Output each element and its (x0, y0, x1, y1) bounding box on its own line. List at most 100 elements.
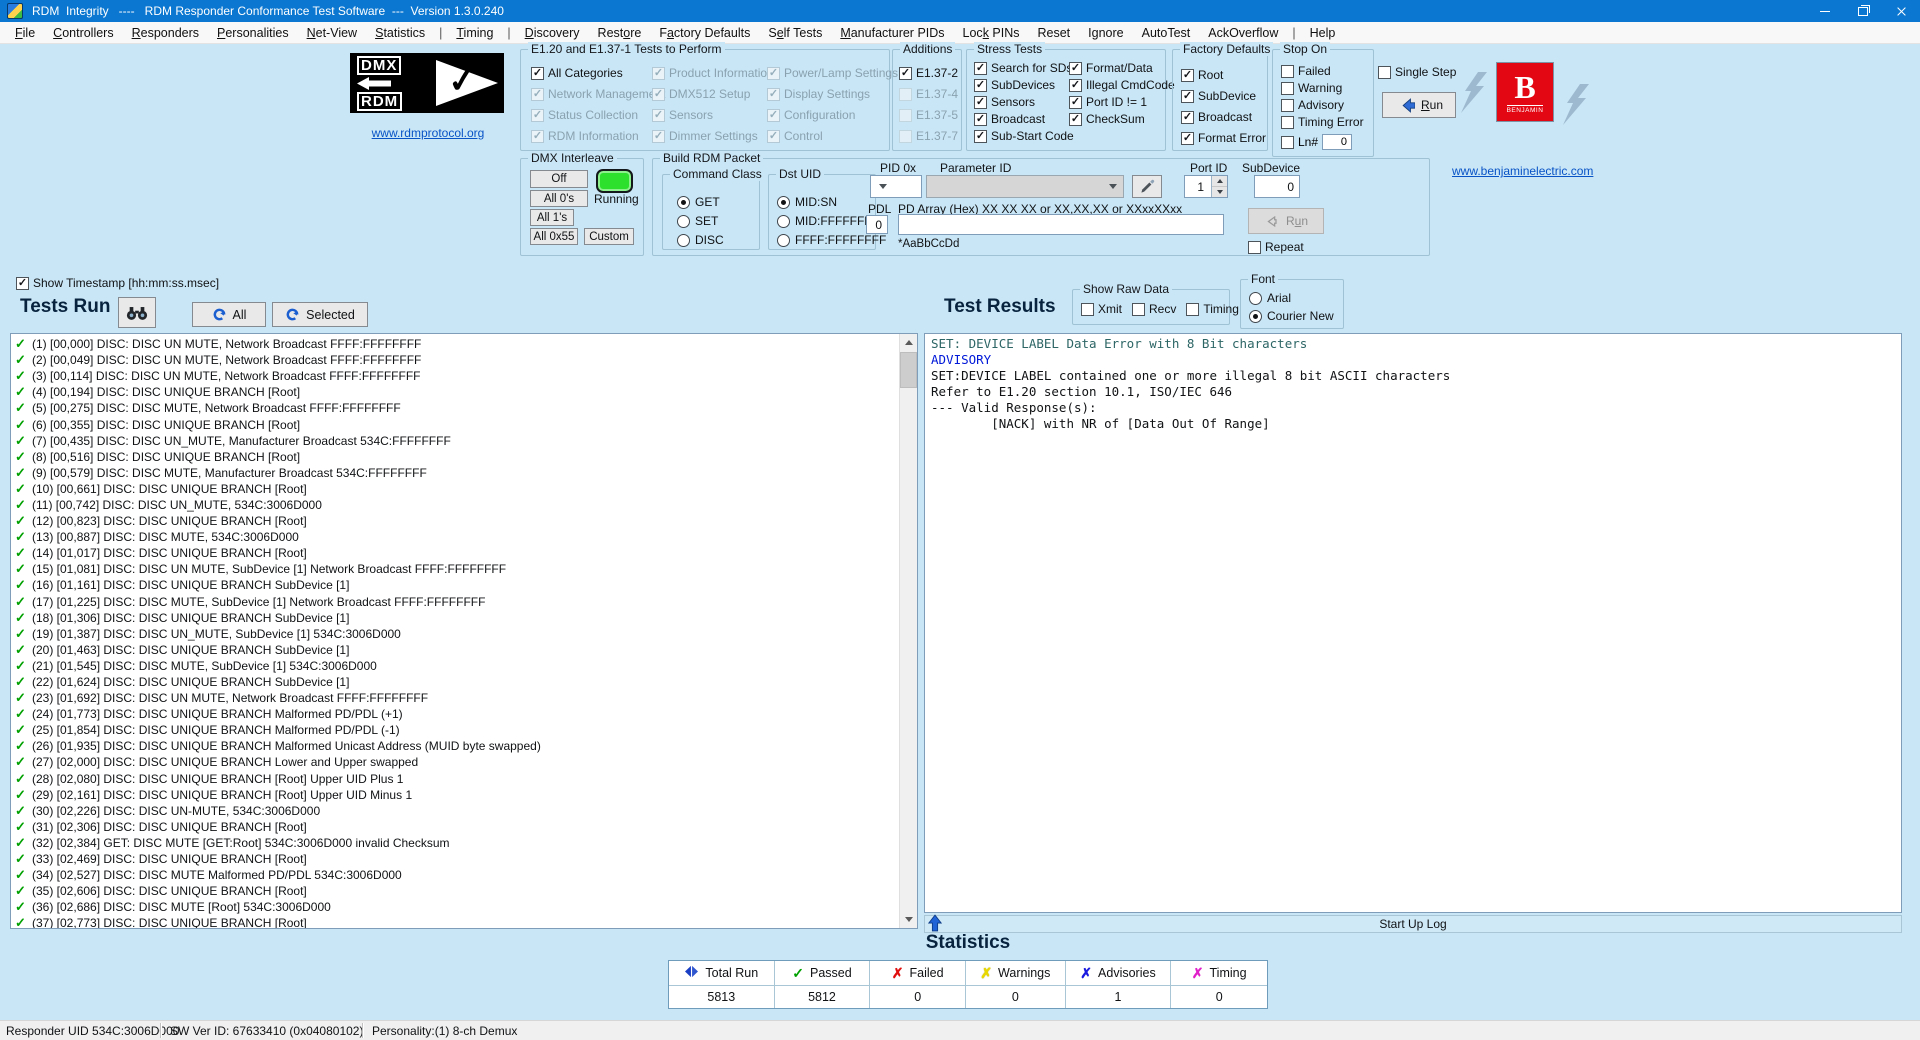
category-dmx512-setup-checkbox[interactable]: ✓DMX512 Setup (652, 87, 774, 101)
raw-timing-checkbox[interactable]: Timing (1186, 302, 1239, 316)
test-run-row[interactable]: ✓(22) [01,624] DISC: DISC UNIQUE BRANCH … (11, 674, 899, 690)
test-run-row[interactable]: ✓(30) [02,226] DISC: DISC UN-MUTE, 534C:… (11, 803, 899, 819)
stress-broadcast-checkbox[interactable]: ✓Broadcast (974, 112, 1074, 126)
category-display-settings-checkbox[interactable]: ✓Display Settings (767, 87, 898, 101)
port-id-spinner[interactable]: 1 (1184, 175, 1228, 198)
command-class-set-radio[interactable]: SET (677, 214, 724, 228)
menu-item-help[interactable]: Help (1301, 26, 1345, 40)
test-run-row[interactable]: ✓(34) [02,527] DISC: DISC MUTE Malformed… (11, 867, 899, 883)
interleave-all0s-button[interactable]: All 0's (530, 190, 588, 207)
test-run-row[interactable]: ✓(5) [00,275] DISC: DISC MUTE, Network B… (11, 400, 899, 416)
test-run-row[interactable]: ✓(3) [00,114] DISC: DISC UN MUTE, Networ… (11, 368, 899, 384)
menu-item-restore[interactable]: Restore (589, 26, 651, 40)
category-network-management-checkbox[interactable]: ✓Network Management (531, 87, 665, 101)
factory-subdevice-checkbox[interactable]: ✓SubDevice (1181, 89, 1266, 103)
font-courier-new-radio[interactable]: Courier New (1249, 309, 1334, 323)
test-run-row[interactable]: ✓(11) [00,742] DISC: DISC UN_MUTE, 534C:… (11, 497, 899, 513)
test-run-row[interactable]: ✓(1) [00,000] DISC: DISC UN MUTE, Networ… (11, 336, 899, 352)
stop-on-advisory-checkbox[interactable]: Advisory (1281, 98, 1364, 112)
spin-up-icon[interactable] (1212, 176, 1227, 187)
stress-sub-start-code-checkbox[interactable]: ✓Sub-Start Code (974, 129, 1074, 143)
test-run-row[interactable]: ✓(27) [02,000] DISC: DISC UNIQUE BRANCH … (11, 754, 899, 770)
category-sensors-checkbox[interactable]: ✓Sensors (652, 108, 774, 122)
test-run-row[interactable]: ✓(8) [00,516] DISC: DISC UNIQUE BRANCH [… (11, 449, 899, 465)
test-run-row[interactable]: ✓(14) [01,017] DISC: DISC UNIQUE BRANCH … (11, 545, 899, 561)
test-run-row[interactable]: ✓(36) [02,686] DISC: DISC MUTE [Root] 53… (11, 899, 899, 915)
category-configuration-checkbox[interactable]: ✓Configuration (767, 108, 898, 122)
test-results-box[interactable]: SET: DEVICE LABEL Data Error with 8 Bit … (924, 333, 1902, 913)
stress-sensors-checkbox[interactable]: ✓Sensors (974, 95, 1074, 109)
command-class-get-radio[interactable]: GET (677, 195, 724, 209)
run-button[interactable]: Run (1382, 92, 1456, 118)
addition-e1-37-2-checkbox[interactable]: ✓E1.37-2 (899, 66, 958, 80)
font-arial-radio[interactable]: Arial (1249, 291, 1334, 305)
test-run-row[interactable]: ✓(17) [01,225] DISC: DISC MUTE, SubDevic… (11, 594, 899, 610)
factory-root-checkbox[interactable]: ✓Root (1181, 68, 1266, 82)
interleave-off-button[interactable]: Off (530, 170, 588, 188)
scroll-thumb[interactable] (900, 352, 917, 388)
test-run-row[interactable]: ✓(12) [00,823] DISC: DISC UNIQUE BRANCH … (11, 513, 899, 529)
category-power-lamp-settings-checkbox[interactable]: ✓Power/Lamp Settings (767, 66, 898, 80)
show-timestamp-checkbox[interactable]: ✓ Show Timestamp [hh:mm:ss.msec] (16, 276, 219, 290)
startup-log-bar[interactable]: Start Up Log (924, 915, 1902, 933)
packet-run-button[interactable]: Run (1248, 208, 1324, 234)
spinner-arrows[interactable] (1211, 176, 1227, 197)
menu-item-controllers[interactable]: Controllers (44, 26, 122, 40)
rdmprotocol-link[interactable]: www.rdmprotocol.org (372, 126, 485, 140)
stress-port-id-1-checkbox[interactable]: ✓Port ID != 1 (1069, 95, 1175, 109)
tests-scrollbar[interactable] (899, 334, 917, 928)
raw-recv-checkbox[interactable]: Recv (1132, 302, 1176, 316)
menu-item-lock-pins[interactable]: Lock PINs (954, 26, 1029, 40)
pid-combobox[interactable] (870, 175, 922, 198)
menu-item-ignore[interactable]: Ignore (1079, 26, 1132, 40)
test-run-row[interactable]: ✓(4) [00,194] DISC: DISC UNIQUE BRANCH [… (11, 384, 899, 400)
pd-array-input[interactable] (898, 214, 1224, 235)
stress-search-for-sds-checkbox[interactable]: ✓Search for SDs (974, 61, 1074, 75)
category-all-categories-checkbox[interactable]: ✓All Categories (531, 66, 665, 80)
up-arrow-icon[interactable] (928, 914, 942, 932)
stress-format-data-checkbox[interactable]: ✓Format/Data (1069, 61, 1175, 75)
menu-item-manufacturer-pids[interactable]: Manufacturer PIDs (831, 26, 953, 40)
checkbox-icon[interactable] (1281, 136, 1294, 149)
test-run-row[interactable]: ✓(7) [00,435] DISC: DISC UN_MUTE, Manufa… (11, 433, 899, 449)
menu-item-timing[interactable]: Timing (447, 26, 502, 40)
factory-broadcast-checkbox[interactable]: ✓Broadcast (1181, 110, 1266, 124)
scroll-down-icon[interactable] (900, 911, 917, 928)
stress-illegal-cmdcode-checkbox[interactable]: ✓Illegal CmdCode (1069, 78, 1175, 92)
scroll-up-icon[interactable] (900, 334, 917, 351)
test-run-row[interactable]: ✓(37) [02,773] DISC: DISC UNIQUE BRANCH … (11, 915, 899, 929)
menu-item-personalities[interactable]: Personalities (208, 26, 298, 40)
test-run-row[interactable]: ✓(9) [00,579] DISC: DISC MUTE, Manufactu… (11, 465, 899, 481)
menu-item-discovery[interactable]: Discovery (516, 26, 589, 40)
test-run-row[interactable]: ✓(31) [02,306] DISC: DISC UNIQUE BRANCH … (11, 819, 899, 835)
menu-item-ackoverflow[interactable]: AckOverflow (1199, 26, 1287, 40)
raw-xmit-checkbox[interactable]: Xmit (1081, 302, 1122, 316)
minimize-button[interactable] (1806, 0, 1844, 22)
test-run-row[interactable]: ✓(18) [01,306] DISC: DISC UNIQUE BRANCH … (11, 610, 899, 626)
tests-run-list[interactable]: ✓(1) [00,000] DISC: DISC UN MUTE, Networ… (10, 333, 918, 929)
dst-uid-ffff-ffffffff-radio[interactable]: FFFF:FFFFFFFF (777, 233, 886, 247)
command-class-disc-radio[interactable]: DISC (677, 233, 724, 247)
test-run-row[interactable]: ✓(10) [00,661] DISC: DISC UNIQUE BRANCH … (11, 481, 899, 497)
test-run-row[interactable]: ✓(6) [00,355] DISC: DISC UNIQUE BRANCH [… (11, 416, 899, 432)
test-run-row[interactable]: ✓(20) [01,463] DISC: DISC UNIQUE BRANCH … (11, 642, 899, 658)
category-status-collection-checkbox[interactable]: ✓Status Collection (531, 108, 665, 122)
stress-checksum-checkbox[interactable]: ✓CheckSum (1069, 112, 1175, 126)
category-rdm-information-checkbox[interactable]: ✓RDM Information (531, 129, 665, 143)
stop-on-timing-error-checkbox[interactable]: Timing Error (1281, 115, 1364, 129)
interleave-custom-button[interactable]: Custom (584, 228, 634, 245)
test-run-row[interactable]: ✓(13) [00,887] DISC: DISC MUTE, 534C:300… (11, 529, 899, 545)
menu-item-file[interactable]: File (6, 26, 44, 40)
menu-item-net-view[interactable]: Net-View (298, 26, 367, 40)
menu-item-responders[interactable]: Responders (123, 26, 208, 40)
test-run-row[interactable]: ✓(15) [01,081] DISC: DISC UN MUTE, SubDe… (11, 561, 899, 577)
menu-item-reset[interactable]: Reset (1029, 26, 1080, 40)
test-run-row[interactable]: ✓(28) [02,080] DISC: DISC UNIQUE BRANCH … (11, 771, 899, 787)
rerun-all-button[interactable]: All (192, 302, 266, 327)
test-run-row[interactable]: ✓(35) [02,606] DISC: DISC UNIQUE BRANCH … (11, 883, 899, 899)
line-number-row[interactable]: Ln# 0 (1281, 134, 1352, 150)
factory-format-error-checkbox[interactable]: ✓Format Error (1181, 131, 1266, 145)
test-run-row[interactable]: ✓(2) [00,049] DISC: DISC UN MUTE, Networ… (11, 352, 899, 368)
stop-on-warning-checkbox[interactable]: Warning (1281, 81, 1364, 95)
test-run-row[interactable]: ✓(19) [01,387] DISC: DISC UN_MUTE, SubDe… (11, 626, 899, 642)
